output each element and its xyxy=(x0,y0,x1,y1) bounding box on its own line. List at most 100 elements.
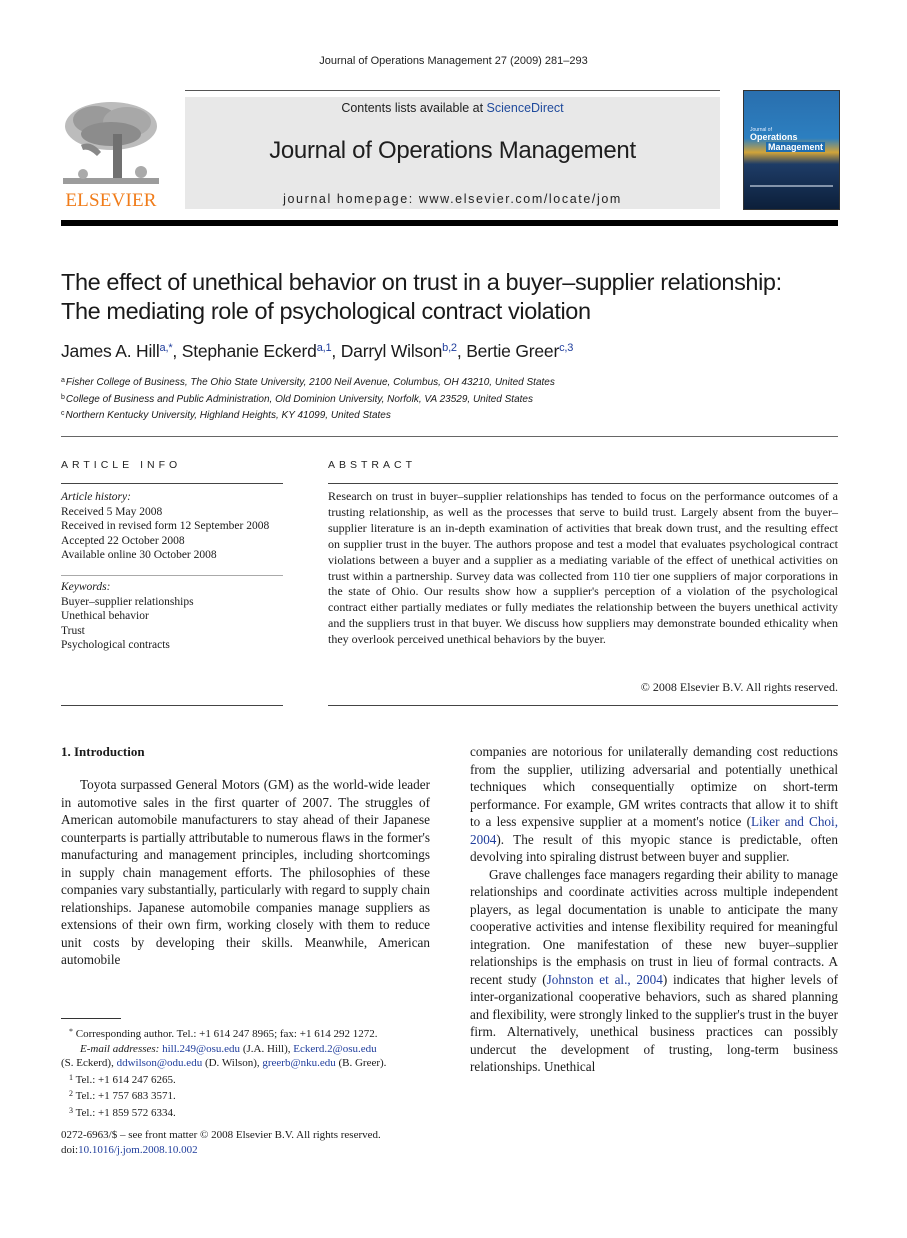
author-name: Stephanie Eckerd xyxy=(181,341,317,361)
doi-label: doi: xyxy=(61,1143,79,1156)
body-paragraph: Toyota surpassed General Motors (GM) as … xyxy=(61,777,430,967)
keyword-item: Trust xyxy=(61,624,85,637)
author-separator: , xyxy=(172,341,182,361)
author-name: Darryl Wilson xyxy=(340,341,443,361)
affiliation-text: Fisher College of Business, The Ohio Sta… xyxy=(65,377,555,388)
abstract-rule xyxy=(328,483,838,484)
email-link-eckerd[interactable]: Eckerd.2@osu.edu xyxy=(293,1043,376,1055)
body-column-right: companies are notorious for unilaterally… xyxy=(470,743,838,1076)
affiliation-c: cNorthern Kentucky University, Highland … xyxy=(61,407,851,424)
issn-line: 0272-6963/$ – see front matter © 2008 El… xyxy=(61,1129,381,1141)
elsevier-tree-icon xyxy=(63,102,159,184)
author-list: James A. Hilla,*, Stephanie Eckerda,1, D… xyxy=(61,341,851,362)
email-link-hill[interactable]: hill.249@osu.edu xyxy=(162,1043,240,1055)
cover-decoration xyxy=(750,185,833,187)
author-affiliation-ref[interactable]: a,1 xyxy=(317,342,332,354)
footnote-2: 2 Tel.: +1 757 683 3571. xyxy=(61,1087,433,1104)
author-affiliation-ref[interactable]: a,* xyxy=(160,342,173,354)
footnote-3: 3 Tel.: +1 859 572 6334. xyxy=(61,1104,433,1121)
footnote-text: Corresponding author. Tel.: +1 614 247 8… xyxy=(75,1028,378,1040)
affiliation-key: c xyxy=(61,410,65,418)
author-separator: , xyxy=(456,341,467,361)
email-owner: (S. Eckerd), xyxy=(61,1057,117,1070)
footnote-mark: 3 xyxy=(69,1105,73,1115)
abstract-bottom-rule xyxy=(328,705,838,706)
doi-link[interactable]: 10.1016/j.jom.2008.10.002 xyxy=(78,1144,197,1156)
affiliation-b: bCollege of Business and Public Administ… xyxy=(61,391,851,408)
author-separator: , xyxy=(331,341,341,361)
keyword-item: Psychological contracts xyxy=(61,639,170,651)
footnote-mark: * xyxy=(69,1027,73,1036)
abstract-copyright: © 2008 Elsevier B.V. All rights reserved… xyxy=(640,680,838,694)
email-link-greer[interactable]: greerb@nku.edu xyxy=(262,1057,335,1069)
journal-name: Journal of Operations Management xyxy=(269,137,636,164)
elsevier-logo[interactable]: ELSEVIER xyxy=(61,100,161,212)
footnote-corresponding: * Corresponding author. Tel.: +1 614 247… xyxy=(61,1025,433,1042)
running-head: Journal of Operations Management 27 (200… xyxy=(319,55,588,67)
footnotes: * Corresponding author. Tel.: +1 614 247… xyxy=(61,1025,433,1121)
affiliations-divider xyxy=(61,436,838,437)
abstract-text: Research on trust in buyer–supplier rela… xyxy=(328,489,838,647)
contents-line: Contents lists available at ScienceDirec… xyxy=(185,101,720,115)
footnote-text: Tel.: +1 859 572 6334. xyxy=(75,1106,176,1119)
body-paragraph: Grave challenges face managers regarding… xyxy=(470,866,838,1076)
body-text: ). The result of this myopic stance is p… xyxy=(470,831,838,865)
author-affiliation-ref[interactable]: c,3 xyxy=(559,342,573,354)
front-matter-info: 0272-6963/$ – see front matter © 2008 El… xyxy=(61,1128,433,1157)
journal-banner: Contents lists available at ScienceDirec… xyxy=(185,97,720,209)
email-label: E-mail addresses: xyxy=(80,1042,160,1055)
header-thick-rule xyxy=(61,220,838,226)
history-online: Available online 30 October 2008 xyxy=(61,549,217,561)
keywords-label: Keywords: xyxy=(61,581,111,593)
footnote-mark: 1 xyxy=(69,1072,73,1082)
footnote-mark: 2 xyxy=(69,1089,73,1099)
article-history: Article history: Received 5 May 2008 Rec… xyxy=(61,490,301,563)
affiliation-text: College of Business and Public Administr… xyxy=(65,393,533,405)
article-title: The effect of unethical behavior on trus… xyxy=(61,268,851,326)
keyword-item: Unethical behavior xyxy=(61,610,149,622)
affiliation-key: a xyxy=(61,377,65,384)
footnote-text: Tel.: +1 614 247 6265. xyxy=(75,1073,176,1086)
abstract-heading: ABSTRACT xyxy=(328,459,417,471)
article-info-bottom-rule xyxy=(61,705,283,706)
sciencedirect-link[interactable]: ScienceDirect xyxy=(487,101,564,115)
email-owner: (B. Greer). xyxy=(335,1057,387,1070)
doi-line: doi:10.1016/j.jom.2008.10.002 xyxy=(61,1143,433,1158)
journal-cover-image[interactable]: Journal of Operations Management xyxy=(743,90,840,210)
affiliation-key: b xyxy=(61,393,65,401)
journal-homepage-link[interactable]: journal homepage: www.elsevier.com/locat… xyxy=(185,192,720,206)
article-info-rule xyxy=(61,483,283,484)
cover-management: Management xyxy=(766,142,826,152)
body-column-left: Toyota surpassed General Motors (GM) as … xyxy=(61,776,430,969)
keyword-item: Buyer–supplier relationships xyxy=(61,595,194,608)
footnote-1: 1 Tel.: +1 614 247 6265. xyxy=(61,1071,433,1088)
title-line-1: The effect of unethical behavior on trus… xyxy=(61,269,782,295)
body-paragraph: companies are notorious for unilaterally… xyxy=(470,743,838,866)
affiliations: aFisher College of Business, The Ohio St… xyxy=(61,374,851,424)
article-history-label: Article history: xyxy=(61,491,131,503)
history-received: Received 5 May 2008 xyxy=(61,505,163,518)
author-name: Bertie Greer xyxy=(466,341,560,361)
citation-link[interactable]: Johnston et al., 2004 xyxy=(547,972,663,987)
footnote-rule xyxy=(61,1018,121,1019)
elsevier-wordmark: ELSEVIER xyxy=(65,190,157,211)
footnote-text: Tel.: +1 757 683 3571. xyxy=(75,1090,176,1103)
body-text: Grave challenges face managers regarding… xyxy=(470,866,838,987)
banner-top-rule xyxy=(185,90,720,91)
title-line-2: The mediating role of psychological cont… xyxy=(61,298,591,324)
keywords: Keywords: Buyer–supplier relationships U… xyxy=(61,580,301,653)
article-info-heading: ARTICLE INFO xyxy=(61,459,182,471)
affiliation-text: Northern Kentucky University, Highland H… xyxy=(65,410,391,422)
cover-operations: Operations xyxy=(750,132,798,142)
author-affiliation-ref[interactable]: b,2 xyxy=(442,342,457,354)
history-accepted: Accepted 22 October 2008 xyxy=(61,534,185,547)
author-name: James A. Hill xyxy=(61,341,160,361)
footnote-emails: E-mail addresses: hill.249@osu.edu (J.A.… xyxy=(61,1042,433,1057)
email-owner: (J.A. Hill), xyxy=(240,1042,294,1055)
footnote-emails-cont: (S. Eckerd), ddwilson@odu.edu (D. Wilson… xyxy=(61,1056,433,1071)
email-link-wilson[interactable]: ddwilson@odu.edu xyxy=(117,1057,203,1069)
keywords-rule xyxy=(61,575,283,576)
history-revised: Received in revised form 12 September 20… xyxy=(61,520,270,532)
affiliation-a: aFisher College of Business, The Ohio St… xyxy=(61,374,851,391)
contents-prefix: Contents lists available at xyxy=(341,101,487,115)
